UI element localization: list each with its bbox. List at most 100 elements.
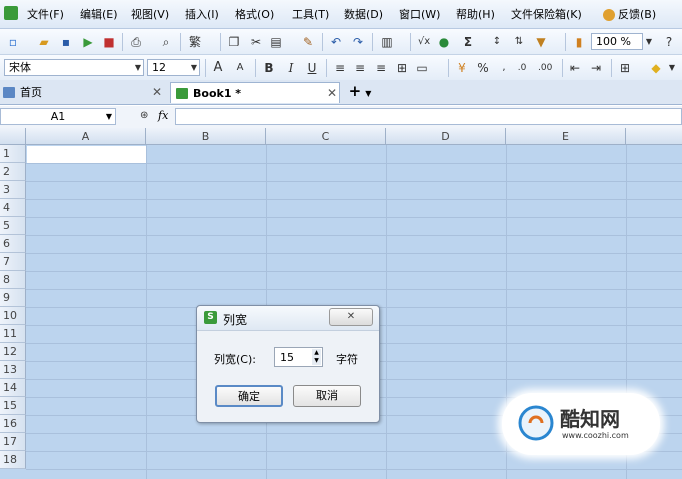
row-header[interactable]: 10	[0, 307, 26, 325]
fx-icon[interactable]: fx	[158, 109, 168, 122]
decrease-font-icon[interactable]: A	[232, 60, 248, 76]
name-box[interactable]: A1 ▼	[0, 108, 116, 125]
column-header[interactable]: A	[26, 128, 146, 145]
menu-tools[interactable]: 工具(T)	[292, 7, 329, 23]
save-icon[interactable]: ▪	[58, 34, 74, 50]
column-header[interactable]: C	[266, 128, 386, 145]
filter-icon[interactable]: ▼	[533, 34, 549, 50]
app-logo-icon[interactable]	[4, 6, 18, 20]
font-size-select[interactable]: 12 ▼	[147, 59, 200, 76]
cut-icon[interactable]: ✂	[248, 34, 264, 50]
row-header[interactable]: 13	[0, 361, 26, 379]
increase-font-icon[interactable]: A	[210, 60, 226, 76]
row-header[interactable]: 6	[0, 235, 26, 253]
zoom-select[interactable]: 100 %	[591, 33, 643, 50]
pdf-icon[interactable]: ■	[101, 34, 117, 50]
menu-format[interactable]: 格式(O)	[235, 7, 274, 23]
menu-data[interactable]: 数据(D)	[344, 7, 383, 23]
dialog-close-button[interactable]: ✕	[329, 308, 373, 326]
zoom-formula-icon[interactable]: ⊛	[140, 110, 148, 121]
thousands-icon[interactable]: ,	[499, 60, 509, 76]
column-header[interactable]: B	[146, 128, 266, 145]
column-header-partial[interactable]	[626, 128, 682, 145]
menu-file-vault[interactable]: 文件保险箱(K)	[511, 7, 582, 23]
fill-color-icon[interactable]: ◆	[649, 60, 663, 76]
borders-icon[interactable]: ⊞	[618, 60, 632, 76]
web-icon[interactable]: ●	[436, 34, 452, 50]
sort-icon[interactable]: ↕	[489, 34, 505, 50]
menu-edit[interactable]: 编辑(E)	[80, 7, 118, 23]
function-icon[interactable]: √x	[415, 34, 433, 50]
merge-center-icon[interactable]: ⊞	[395, 60, 409, 76]
row-header[interactable]: 12	[0, 343, 26, 361]
copy-icon[interactable]: ❐	[226, 34, 242, 50]
menu-help[interactable]: 帮助(H)	[456, 7, 495, 23]
select-all-corner[interactable]	[0, 128, 26, 145]
format-painter-icon[interactable]: ✎	[300, 34, 316, 50]
traditional-chinese-icon[interactable]: 繁	[187, 34, 203, 50]
row-header[interactable]: 5	[0, 217, 26, 235]
tab-book1[interactable]: Book1 * ✕	[170, 82, 340, 103]
italic-button[interactable]: I	[284, 60, 298, 76]
fill-color-dropdown-icon[interactable]: ▼	[667, 60, 677, 76]
indent-increase-icon[interactable]: ⇥	[589, 60, 603, 76]
align-left-icon[interactable]: ≡	[333, 60, 347, 76]
currency-icon[interactable]: ¥	[455, 60, 469, 76]
row-header[interactable]: 11	[0, 325, 26, 343]
close-icon[interactable]: ✕	[327, 83, 337, 104]
column-header[interactable]: E	[506, 128, 626, 145]
print-icon[interactable]: ⎙	[128, 34, 144, 50]
percent-button[interactable]: %	[476, 60, 490, 76]
bold-button[interactable]: B	[262, 60, 276, 76]
font-name-select[interactable]: 宋体 ▼	[4, 59, 144, 76]
menu-file[interactable]: 文件(F)	[27, 7, 64, 23]
row-header[interactable]: 7	[0, 253, 26, 271]
open-folder-icon[interactable]: ▰	[36, 34, 52, 50]
menu-feedback[interactable]: 反馈(B)	[618, 7, 656, 23]
stepper-up-icon[interactable]: ▲	[312, 349, 321, 357]
new-document-icon[interactable]: ▫	[5, 34, 21, 50]
print-preview-icon[interactable]: ⌕	[158, 34, 174, 50]
dialog-title-bar[interactable]: S 列宽 ✕	[197, 306, 379, 331]
tab-home[interactable]: 首页 ✕	[0, 82, 168, 103]
row-header[interactable]: 3	[0, 181, 26, 199]
formula-input[interactable]	[175, 108, 682, 125]
row-header[interactable]: 18	[0, 451, 26, 469]
close-icon[interactable]: ✕	[152, 82, 162, 103]
help-icon[interactable]: ?	[660, 34, 678, 50]
row-header[interactable]: 14	[0, 379, 26, 397]
wrap-icon[interactable]: ▭	[415, 60, 429, 76]
increase-decimal-icon[interactable]: .0	[515, 60, 529, 76]
row-header[interactable]: 8	[0, 271, 26, 289]
ok-button[interactable]: 确定	[215, 385, 283, 407]
align-center-icon[interactable]: ≡	[353, 60, 367, 76]
paste-icon[interactable]: ▤	[268, 34, 284, 50]
menu-window[interactable]: 窗口(W)	[399, 7, 440, 23]
column-width-input[interactable]: 15	[280, 351, 294, 364]
row-header[interactable]: 16	[0, 415, 26, 433]
active-cell[interactable]	[27, 146, 146, 163]
row-header[interactable]: 2	[0, 163, 26, 181]
stepper-down-icon[interactable]: ▼	[312, 357, 321, 365]
chart-icon[interactable]: ▮	[571, 34, 587, 50]
row-header[interactable]: 9	[0, 289, 26, 307]
undo-icon[interactable]: ↶	[328, 34, 344, 50]
sort-desc-icon[interactable]: ⇅	[511, 34, 527, 50]
decrease-decimal-icon[interactable]: .00	[538, 60, 552, 76]
column-width-stepper[interactable]: 15 ▲ ▼	[274, 347, 323, 367]
export-icon[interactable]: ▶	[80, 34, 96, 50]
autosum-icon[interactable]: Σ	[460, 34, 476, 50]
row-header[interactable]: 17	[0, 433, 26, 451]
cancel-button[interactable]: 取消	[293, 385, 361, 407]
indent-decrease-icon[interactable]: ⇤	[568, 60, 582, 76]
underline-button[interactable]: U	[305, 60, 319, 76]
row-col-icon[interactable]: ▥	[379, 34, 395, 50]
row-header[interactable]: 1	[0, 145, 26, 163]
column-header[interactable]: D	[386, 128, 506, 145]
zoom-dropdown-icon[interactable]: ▼	[645, 34, 653, 50]
row-header[interactable]: 15	[0, 397, 26, 415]
align-right-icon[interactable]: ≡	[374, 60, 388, 76]
menu-view[interactable]: 视图(V)	[131, 7, 169, 23]
redo-icon[interactable]: ↷	[350, 34, 366, 50]
row-header[interactable]: 4	[0, 199, 26, 217]
